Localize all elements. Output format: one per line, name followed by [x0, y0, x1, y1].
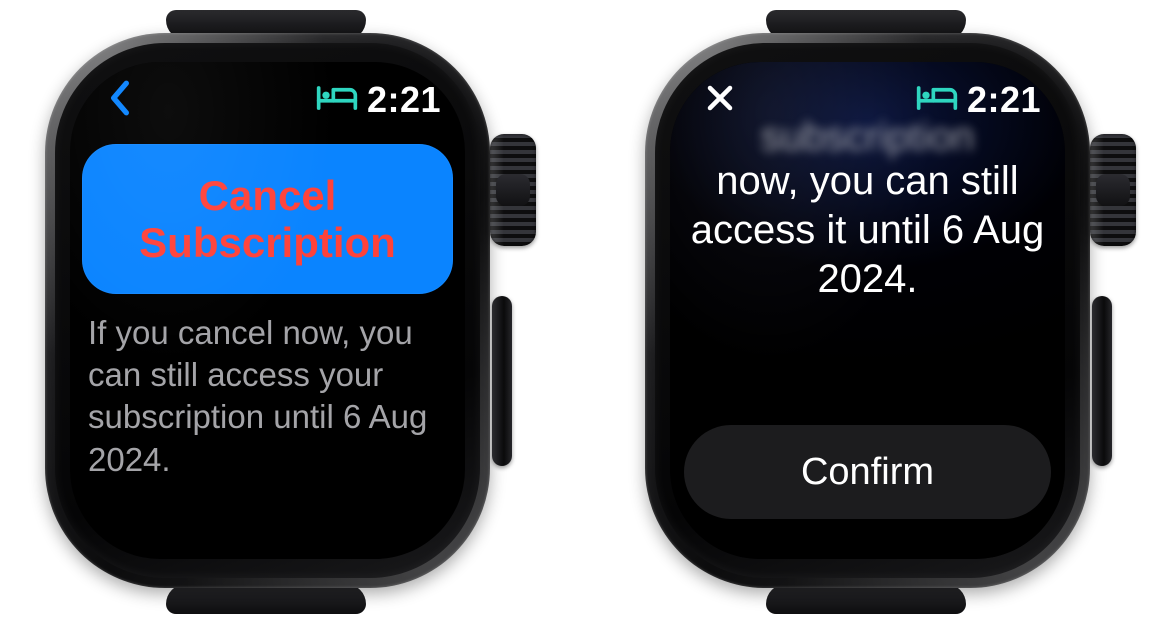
cancel-description-text: If you cancel now, you can still access … [82, 312, 453, 481]
bed-icon [915, 83, 959, 118]
back-button[interactable] [94, 74, 146, 126]
watch-lug-bottom [166, 584, 366, 614]
watch-lug-bottom [766, 584, 966, 614]
confirm-body: subscription now, you can still access i… [686, 114, 1049, 304]
watch-device-left: 2:21 Cancel Subscription If you cancel n… [10, 0, 550, 627]
bed-icon [315, 83, 359, 118]
side-button[interactable] [492, 296, 512, 466]
confirm-button[interactable]: Confirm [684, 425, 1051, 519]
chevron-left-icon [107, 79, 133, 122]
confirm-body-blurred-line: subscription [686, 114, 1049, 161]
digital-crown[interactable] [490, 134, 536, 246]
status-time: 2:21 [367, 79, 441, 121]
digital-crown[interactable] [1090, 134, 1136, 246]
confirm-button-label: Confirm [801, 451, 934, 494]
confirm-body-text: now, you can still access it until 6 Aug… [686, 157, 1049, 303]
cancel-subscription-label: Cancel Subscription [139, 172, 396, 266]
watch-device-right: 2:21 subscription now, you can still acc… [610, 0, 1150, 627]
status-bar: 2:21 [70, 74, 465, 126]
cancel-subscription-button[interactable]: Cancel Subscription [82, 144, 453, 294]
side-button[interactable] [1092, 296, 1112, 466]
watch-screen-confirm: 2:21 subscription now, you can still acc… [670, 62, 1065, 559]
watch-screen-cancel: 2:21 Cancel Subscription If you cancel n… [70, 62, 465, 559]
